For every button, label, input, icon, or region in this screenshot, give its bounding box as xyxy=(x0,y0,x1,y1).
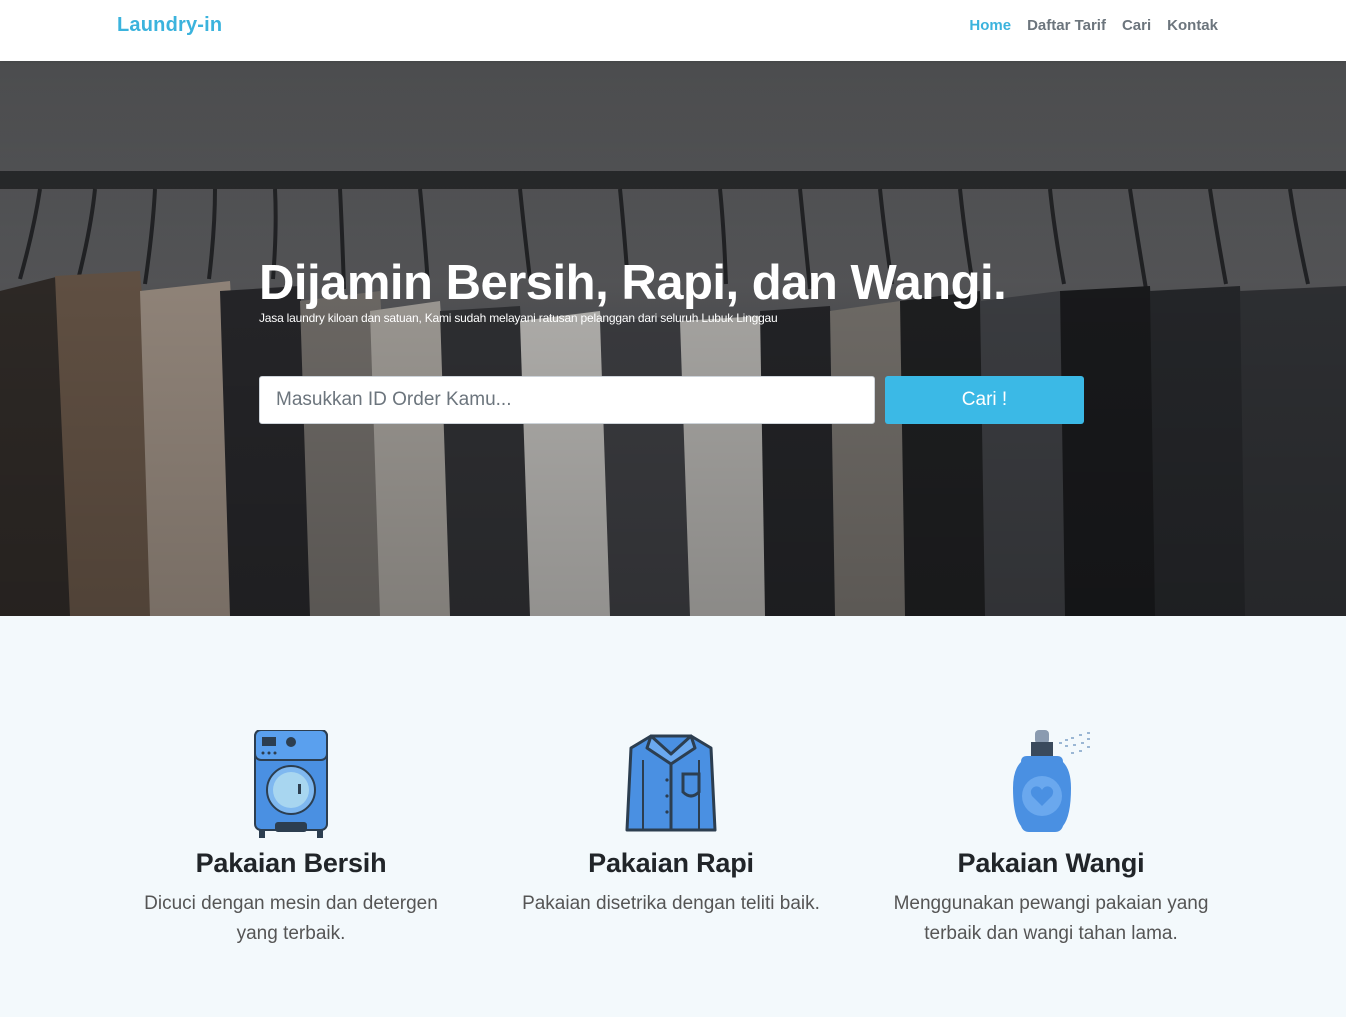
order-id-search-input[interactable] xyxy=(259,376,875,424)
washing-machine-icon xyxy=(254,730,328,838)
nav-link-daftar-tarif[interactable]: Daftar Tarif xyxy=(1027,17,1106,34)
feature-text: Dicuci dengan mesin dan detergen yang te… xyxy=(144,893,438,944)
nav-links: Home Daftar Tarif Cari Kontak xyxy=(969,17,1218,34)
feature-text: Pakaian disetrika dengan teliti baik. xyxy=(522,893,820,914)
hero-background-image xyxy=(0,61,1346,616)
feature-card-wangi: Pakaian Wangi Menggunakan pewangi pakaia… xyxy=(891,730,1211,949)
nav-link-home[interactable]: Home xyxy=(969,17,1011,34)
hero-subtitle: Jasa laundry kiloan dan satuan, Kami sud… xyxy=(259,311,778,325)
nav-link-cari[interactable]: Cari xyxy=(1122,17,1151,34)
feature-title: Pakaian Wangi xyxy=(957,848,1145,878)
features-section: Pakaian Bersih Dicuci dengan mesin dan d… xyxy=(0,616,1346,1017)
perfume-bottle-icon xyxy=(1013,730,1090,832)
hero-title: Dijamin Bersih, Rapi, dan Wangi. xyxy=(259,256,1007,310)
feature-title: Pakaian Bersih xyxy=(195,848,387,878)
search-button[interactable]: Cari ! xyxy=(885,376,1084,424)
hero-section: Dijamin Bersih, Rapi, dan Wangi. Jasa la… xyxy=(0,61,1346,616)
feature-card-rapi: Pakaian Rapi Pakaian disetrika dengan te… xyxy=(511,730,831,919)
brand-logo[interactable]: Laundry-in xyxy=(117,14,222,37)
navbar: Laundry-in Home Daftar Tarif Cari Kontak xyxy=(0,0,1346,61)
feature-title: Pakaian Rapi xyxy=(588,848,754,878)
feature-text: Menggunakan pewangi pakaian yang terbaik… xyxy=(893,893,1209,944)
feature-card-bersih: Pakaian Bersih Dicuci dengan mesin dan d… xyxy=(131,730,451,949)
nav-link-kontak[interactable]: Kontak xyxy=(1167,17,1218,34)
shirt-icon xyxy=(625,734,717,832)
